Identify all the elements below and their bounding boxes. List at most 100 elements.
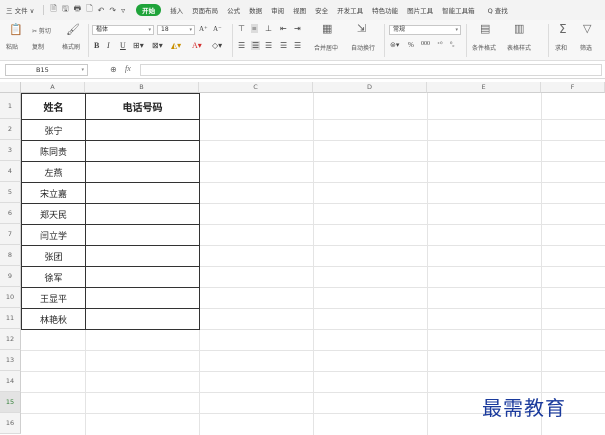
redo-icon[interactable]: ↷ — [109, 6, 116, 15]
italic-button[interactable]: I — [107, 41, 110, 50]
row-header[interactable]: 6 — [0, 203, 21, 224]
tab-security[interactable]: 安全 — [315, 5, 328, 15]
fill-color-icon[interactable]: ⊠▾ — [152, 41, 163, 50]
align-left-icon[interactable]: ☰ — [238, 41, 245, 50]
phone-cell[interactable] — [85, 245, 200, 267]
column-header-c[interactable]: C — [199, 82, 313, 93]
row-header[interactable]: 12 — [0, 329, 21, 350]
column-header-b[interactable]: B — [85, 82, 199, 93]
tab-page-layout[interactable]: 页面布局 — [192, 5, 218, 15]
paste-button[interactable]: 粘贴 — [6, 42, 18, 51]
name-box[interactable]: B15 ▾ — [5, 64, 88, 76]
percent-icon[interactable]: % — [408, 41, 414, 49]
tab-home[interactable]: 开始 — [136, 4, 162, 16]
file-menu[interactable]: 三 文件 ∨ — [6, 5, 34, 15]
new-file-icon[interactable]: 🗎 — [50, 3, 56, 17]
paste-icon[interactable]: 📋 — [9, 23, 23, 36]
name-cell[interactable]: 徐军 — [21, 266, 86, 288]
row-header[interactable]: 4 — [0, 161, 21, 182]
highlight-icon[interactable]: ◭▾ — [171, 41, 181, 50]
tab-developer[interactable]: 开发工具 — [337, 5, 363, 15]
merge-center-icon[interactable]: ▦ — [322, 22, 332, 35]
tab-formulas[interactable]: 公式 — [227, 5, 240, 15]
row-header[interactable]: 3 — [0, 140, 21, 161]
shrink-font-button[interactable]: A⁻ — [213, 25, 222, 33]
phone-cell[interactable] — [85, 203, 200, 225]
align-bottom-icon[interactable]: ⊥ — [265, 24, 272, 33]
table-header-name[interactable]: 姓名 — [21, 93, 86, 120]
name-cell[interactable]: 闫立学 — [21, 224, 86, 246]
table-header-phone[interactable]: 电话号码 — [85, 93, 200, 120]
format-painter-button[interactable]: 格式刷 — [62, 42, 80, 51]
row-header[interactable]: 10 — [0, 287, 21, 308]
phone-cell[interactable] — [85, 287, 200, 309]
column-header-f[interactable]: F — [541, 82, 605, 93]
decrease-decimal-icon[interactable]: ⁰₀ — [450, 41, 455, 48]
name-cell[interactable]: 左燕 — [21, 161, 86, 183]
phone-cell[interactable] — [85, 308, 200, 330]
tab-special-features[interactable]: 特色功能 — [372, 5, 398, 15]
row-header[interactable]: 8 — [0, 245, 21, 266]
row-header[interactable]: 11 — [0, 308, 21, 329]
row-header[interactable]: 1 — [0, 93, 21, 119]
row-header[interactable]: 5 — [0, 182, 21, 203]
print-icon[interactable]: 🖶 — [74, 3, 82, 17]
row-header[interactable]: 9 — [0, 266, 21, 287]
search-button[interactable]: Q 查找 — [488, 5, 508, 15]
filter-button[interactable]: 筛选 — [580, 43, 592, 52]
fx-button[interactable]: fx — [125, 64, 131, 73]
bold-button[interactable]: B — [94, 41, 99, 50]
tab-data[interactable]: 数据 — [249, 5, 262, 15]
align-right-icon[interactable]: ☰ — [265, 41, 272, 50]
select-all-corner[interactable] — [0, 82, 21, 93]
align-middle-icon[interactable]: ≡ — [251, 24, 258, 33]
clear-format-icon[interactable]: ◇▾ — [212, 41, 222, 50]
column-header-e[interactable]: E — [427, 82, 541, 93]
name-cell[interactable]: 王显平 — [21, 287, 86, 309]
row-header[interactable]: 16 — [0, 413, 21, 434]
filter-icon[interactable]: ▽ — [583, 22, 591, 35]
font-size-select[interactable]: 18 ▾ — [157, 25, 195, 35]
align-center-icon[interactable]: ☰ — [251, 41, 261, 50]
name-cell[interactable]: 张团 — [21, 245, 86, 267]
phone-cell[interactable] — [85, 182, 200, 204]
font-name-select[interactable]: 楷体 ▾ — [92, 25, 154, 35]
formula-input[interactable] — [140, 64, 602, 76]
save-icon[interactable]: 🖫 — [62, 3, 69, 17]
number-format-select[interactable]: 常规 ▾ — [389, 25, 461, 35]
name-cell[interactable]: 郑天民 — [21, 203, 86, 225]
customize-toolbar-icon[interactable]: ▿ — [121, 6, 125, 15]
phone-cell[interactable] — [85, 140, 200, 162]
name-cell[interactable]: 宋立嘉 — [21, 182, 86, 204]
grow-font-button[interactable]: A⁺ — [199, 25, 208, 33]
tab-picture-tools[interactable]: 图片工具 — [407, 5, 433, 15]
distributed-icon[interactable]: ☰ — [294, 41, 301, 50]
row-header[interactable]: 13 — [0, 350, 21, 371]
row-header[interactable]: 2 — [0, 119, 21, 140]
wrap-text-icon[interactable]: ⇲ — [357, 22, 366, 35]
justify-icon[interactable]: ☰ — [280, 41, 287, 50]
underline-button[interactable]: U — [120, 41, 126, 50]
column-header-a[interactable]: A — [21, 82, 85, 93]
name-cell[interactable]: 林艳秋 — [21, 308, 86, 330]
thousands-separator-icon[interactable]: 000 — [421, 41, 430, 47]
format-painter-icon[interactable]: 🖌 — [66, 23, 80, 36]
font-color-icon[interactable]: A▾ — [192, 41, 202, 50]
tab-review[interactable]: 审阅 — [271, 5, 284, 15]
phone-cell[interactable] — [85, 224, 200, 246]
print-preview-icon[interactable]: 🗋 — [86, 3, 92, 17]
row-header-selected[interactable]: 15 — [0, 392, 21, 413]
table-style-icon[interactable]: ▥ — [514, 22, 524, 35]
column-header-d[interactable]: D — [313, 82, 427, 93]
conditional-format-icon[interactable]: ▤ — [480, 22, 490, 35]
sum-icon[interactable]: Σ — [559, 22, 567, 36]
copy-button[interactable]: 复制 — [32, 42, 44, 51]
align-top-icon[interactable]: ⊤ — [238, 24, 245, 33]
tab-insert[interactable]: 插入 — [170, 5, 183, 15]
name-cell[interactable]: 张宁 — [21, 119, 86, 141]
phone-cell[interactable] — [85, 161, 200, 183]
row-header[interactable]: 7 — [0, 224, 21, 245]
phone-cell[interactable] — [85, 119, 200, 141]
borders-icon[interactable]: ⊞▾ — [133, 41, 144, 50]
undo-icon[interactable]: ↶ — [98, 6, 105, 15]
